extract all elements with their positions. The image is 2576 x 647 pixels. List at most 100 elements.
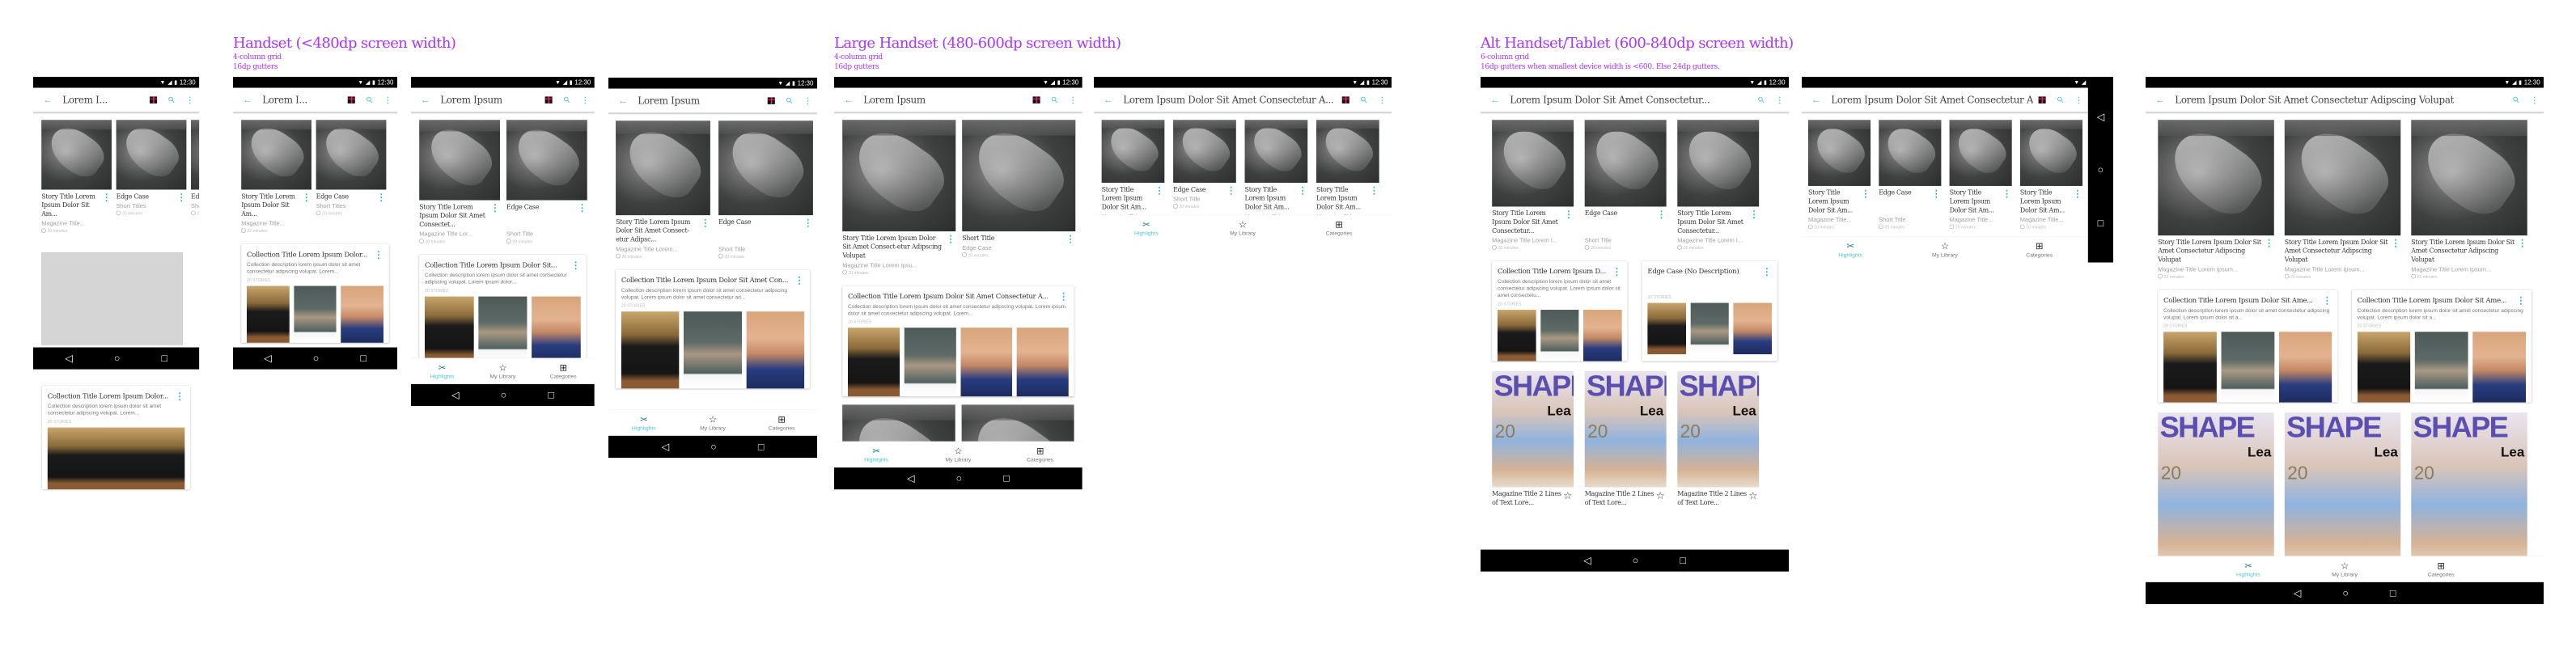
more-vert-icon[interactable]: ⋮ bbox=[799, 95, 817, 105]
story-image[interactable] bbox=[962, 120, 1076, 232]
thumbnail-image[interactable] bbox=[848, 328, 900, 397]
back-triangle-icon[interactable]: ◁ bbox=[907, 472, 915, 484]
story-card[interactable]: Story Title Lorem Ipsum Dolor Sit Amet C… bbox=[616, 121, 710, 260]
story-image[interactable] bbox=[1949, 120, 2012, 186]
story-card[interactable]: Story Title Lorem Ipsum Dolor Sit Am...M… bbox=[1807, 120, 1871, 230]
story-card[interactable]: Story Title Lorem Ipsum Dolor Sit Am...M… bbox=[1949, 120, 2012, 230]
more-vert-icon[interactable]: ⋮ bbox=[2070, 95, 2088, 104]
collection-card[interactable]: Collection Title Lorem Ipsum Dolor... ⋮ Co… bbox=[42, 386, 191, 490]
back-arrow-icon[interactable]: ← bbox=[2146, 94, 2175, 106]
recents-square-icon[interactable]: □ bbox=[161, 353, 167, 365]
thumbnail-image[interactable] bbox=[904, 328, 956, 397]
search-icon[interactable]: ⚲ bbox=[1354, 90, 1374, 109]
bottom-nav-categories[interactable]: ⊞ Categories bbox=[999, 442, 1081, 467]
collection-card[interactable]: Collection Title Lorem Ipsum Dolor Sit A… bbox=[2351, 290, 2532, 403]
thumbnail-image[interactable] bbox=[2357, 332, 2411, 403]
story-card[interactable]: Story Title Lorem Ipsum Dolor Sit Amet C… bbox=[842, 120, 956, 276]
thumbnail-image[interactable] bbox=[294, 285, 337, 343]
story-image[interactable] bbox=[2019, 120, 2083, 186]
story-title[interactable]: Edge Case bbox=[1585, 209, 1656, 235]
magazine-card[interactable]: SHAPE 20 Lea Magazine Title 2 Lines of Text… bbox=[1492, 370, 1574, 507]
collection-card[interactable]: Collection Title Lorem Ipsum D... ⋮ Collec… bbox=[1492, 260, 1628, 362]
search-icon[interactable]: ⚲ bbox=[1044, 90, 1064, 109]
more-vert-icon[interactable]: ⋮ bbox=[176, 192, 186, 217]
story-title[interactable]: Story Title Lorem Ipsum Dolor Sit Amet C… bbox=[1492, 209, 1563, 235]
story-image[interactable] bbox=[1173, 120, 1236, 183]
story-image[interactable] bbox=[1807, 120, 1871, 186]
story-title[interactable]: Story Title Lorem Ipsum Dolor Sit Amet C… bbox=[1677, 209, 1748, 235]
story-image[interactable] bbox=[1244, 120, 1308, 183]
story-card[interactable]: Story Title Lorem Ipsum Dolor Sit Am...M… bbox=[2019, 120, 2083, 230]
recents-square-icon[interactable]: □ bbox=[2098, 217, 2104, 229]
more-vert-icon[interactable]: ⋮ bbox=[1770, 95, 1789, 104]
bottom-nav-categories[interactable]: ⊞ Categories bbox=[2393, 556, 2489, 582]
story-card[interactable]: Edge Case Short Title 20 minutes ⋮ bbox=[718, 121, 813, 260]
story-title[interactable]: Story Title Lorem Ipsum Dolor Sit Am... bbox=[1808, 188, 1861, 214]
thumbnail-image[interactable] bbox=[1583, 310, 1622, 362]
more-vert-icon[interactable]: ⋮ bbox=[1298, 185, 1307, 215]
story-card[interactable]: Edge CaseShort Titles20 minutes⋮ bbox=[116, 120, 187, 234]
thumbnail-image[interactable] bbox=[1690, 302, 1729, 354]
bottom-nav-highlights[interactable]: ✂ Highlights bbox=[609, 410, 678, 436]
collection-card[interactable]: Collection Title Lorem Ipsum Dolor... ⋮ Co… bbox=[241, 243, 389, 343]
more-vert-icon[interactable]: ⋮ bbox=[1656, 209, 1666, 252]
search-icon[interactable]: ⚲ bbox=[360, 90, 379, 109]
thumbnail-image[interactable] bbox=[2163, 332, 2217, 403]
bottom-nav-my-library[interactable]: ☆ My Library bbox=[2297, 556, 2393, 582]
story-card[interactable]: Story Title Lorem Ipsum Dolor Sit Am...M… bbox=[1244, 120, 1308, 215]
story-title[interactable]: Story Title Lorem Ipsum Dolor Sit Amet C… bbox=[2285, 239, 2391, 264]
thumbnail-image[interactable] bbox=[532, 296, 581, 359]
gift-icon[interactable] bbox=[342, 95, 361, 104]
more-vert-icon[interactable]: ⋮ bbox=[2525, 95, 2544, 104]
bottom-nav-my-library[interactable]: ☆ My Library bbox=[472, 358, 533, 384]
story-title[interactable]: Edge Case bbox=[1879, 188, 1931, 214]
bottom-nav-categories[interactable]: ⊞ Categories bbox=[533, 358, 594, 384]
collection-title[interactable]: Collection Title Lorem Ipsum Dolor... bbox=[247, 250, 373, 260]
back-triangle-icon[interactable]: ◁ bbox=[1583, 555, 1591, 567]
gift-icon[interactable] bbox=[144, 95, 163, 104]
story-card[interactable]: Story Title Lorem Ipsum Dolor Sit Am...M… bbox=[1316, 120, 1379, 215]
story-title[interactable]: Story Title Lorem Ipsum Dolor Sit Am... bbox=[1245, 185, 1298, 211]
story-card[interactable]: Story Title Lorem Ipsum Dolor Sit Am...M… bbox=[241, 120, 311, 234]
gift-icon[interactable] bbox=[2033, 95, 2052, 104]
more-vert-icon[interactable]: ⋮ bbox=[101, 192, 111, 235]
thumbnail-image[interactable] bbox=[960, 328, 1013, 397]
back-arrow-icon[interactable]: ← bbox=[1481, 94, 1510, 106]
magazine-cover[interactable]: SHAPE 20 Lea bbox=[1492, 370, 1574, 488]
back-arrow-icon[interactable]: ← bbox=[608, 95, 638, 107]
collection-title[interactable]: Edge Case (No Description) bbox=[1647, 267, 1761, 277]
thumbnail-image[interactable] bbox=[2221, 332, 2275, 403]
more-vert-icon[interactable]: ⋮ bbox=[379, 95, 397, 104]
collection-title[interactable]: Collection Title Lorem Ipsum Dolor Sit A… bbox=[621, 275, 794, 285]
collection-title[interactable]: Collection Title Lorem Ipsum Dolor Sit A… bbox=[848, 291, 1058, 301]
thumbnail-image[interactable] bbox=[2472, 332, 2527, 403]
story-title[interactable]: Story Title Lorem Ipsum Dolor Sit Am... bbox=[1102, 185, 1155, 211]
story-image[interactable] bbox=[718, 121, 813, 216]
more-vert-icon[interactable]: ⋮ bbox=[376, 192, 386, 217]
thumbnail-image[interactable] bbox=[478, 296, 527, 359]
story-title[interactable]: Story Title Lorem Ipsum Dolor Sit Amet C… bbox=[842, 234, 946, 260]
more-vert-icon[interactable]: ⋮ bbox=[374, 250, 383, 260]
bottom-nav-highlights[interactable]: ✂ Highlights bbox=[2200, 556, 2296, 582]
thumbnail-image[interactable] bbox=[1647, 302, 1686, 354]
story-card[interactable]: Edge CaseShort Titles20 minutes⋮ bbox=[191, 120, 200, 234]
more-vert-icon[interactable]: ⋮ bbox=[1058, 291, 1068, 301]
thumbnail-image[interactable] bbox=[1540, 310, 1579, 362]
story-title[interactable]: Story Title Lorem Ipsum Dolor Sit Am... bbox=[241, 192, 301, 218]
story-title[interactable]: Edge Case bbox=[506, 203, 577, 229]
story-card[interactable]: Short Title Edge Case 20 minutes ⋮ bbox=[962, 120, 1076, 276]
more-vert-icon[interactable]: ⋮ bbox=[1373, 95, 1392, 104]
recents-square-icon[interactable]: □ bbox=[1003, 472, 1010, 484]
recents-square-icon[interactable]: □ bbox=[2390, 587, 2396, 599]
story-image[interactable] bbox=[191, 120, 200, 190]
home-circle-icon[interactable]: ○ bbox=[2342, 587, 2349, 599]
magazine-cover[interactable]: SHAPE 20 Lea bbox=[2411, 412, 2527, 557]
story-card[interactable]: Story Title Lorem Ipsum Dolor Sit Am...M… bbox=[1101, 120, 1165, 215]
bottom-nav-categories[interactable]: ⊞ Categories bbox=[1992, 237, 2087, 263]
story-card[interactable]: Story Title Lorem Ipsum Dolor Sit Amet C… bbox=[2284, 120, 2401, 280]
gift-icon[interactable] bbox=[1337, 95, 1355, 104]
back-arrow-icon[interactable]: ← bbox=[33, 94, 62, 106]
gift-icon[interactable] bbox=[540, 95, 558, 104]
more-vert-icon[interactable]: ⋮ bbox=[576, 95, 595, 104]
back-triangle-icon[interactable]: ◁ bbox=[662, 441, 670, 453]
